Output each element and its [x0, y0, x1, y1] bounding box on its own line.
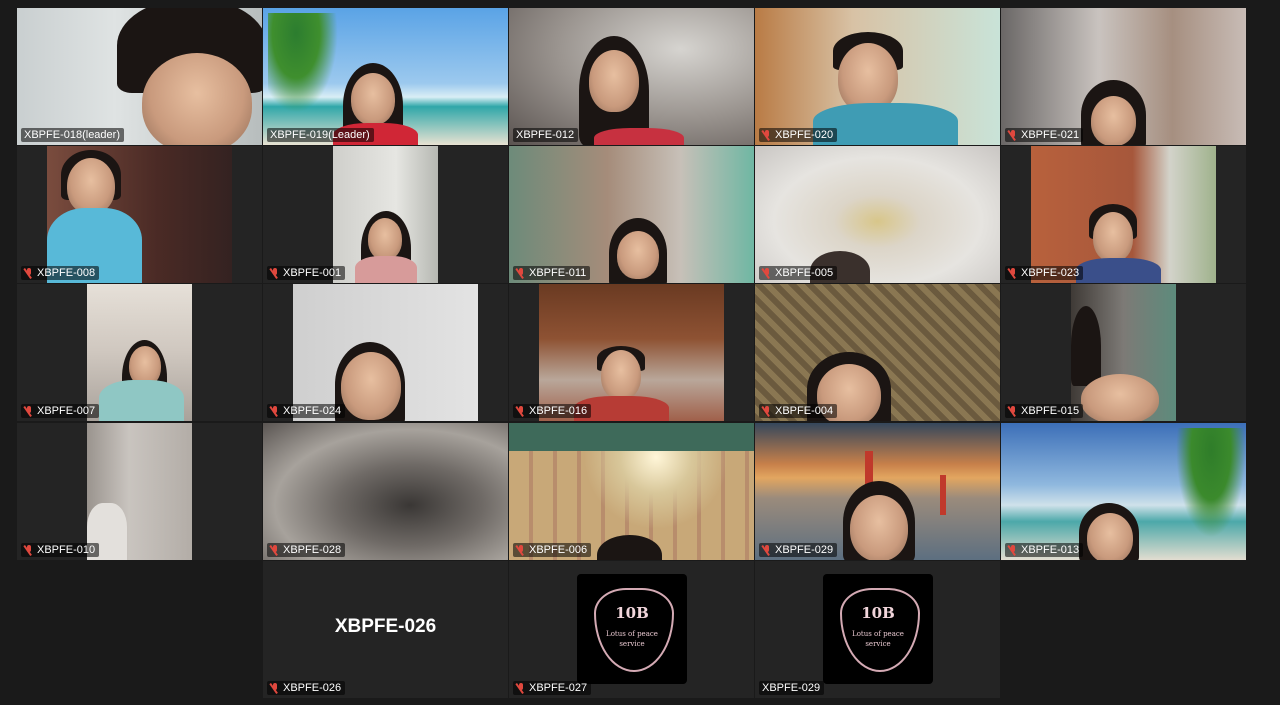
video-tile-camera-off[interactable]: 10B Lotus of peace service XBPFE-029	[755, 561, 1000, 698]
muted-mic-icon	[762, 405, 772, 417]
muted-mic-icon	[1008, 267, 1018, 279]
muted-mic-icon	[516, 267, 526, 279]
video-feed	[333, 146, 438, 283]
muted-mic-icon	[1008, 129, 1018, 141]
profile-logo: 10B Lotus of peace service	[577, 574, 687, 684]
video-tile[interactable]: XBPFE-020	[755, 8, 1000, 145]
video-feed	[539, 284, 724, 421]
video-feed	[1001, 8, 1246, 145]
participant-name-tag: XBPFE-026	[267, 681, 346, 695]
video-feed	[1071, 284, 1176, 421]
video-feed	[263, 423, 508, 560]
muted-mic-icon	[270, 405, 280, 417]
muted-mic-icon	[516, 405, 526, 417]
participant-name-tag: XBPFE-012	[513, 128, 579, 142]
participant-name-tag: XBPFE-019(Leader)	[267, 128, 374, 142]
video-tile[interactable]: XBPFE-005	[755, 146, 1000, 283]
participant-display-name: XBPFE-026	[334, 616, 437, 637]
participant-name-tag: XBPFE-011	[513, 266, 591, 280]
muted-mic-icon	[516, 544, 526, 556]
video-tile[interactable]: XBPFE-007	[17, 284, 262, 421]
video-tile[interactable]: XBPFE-015	[1001, 284, 1246, 421]
participant-name-tag: XBPFE-008	[21, 266, 100, 280]
video-tile[interactable]: XBPFE-006	[509, 423, 754, 560]
participant-name-tag: XBPFE-015	[1005, 404, 1084, 418]
video-tile[interactable]: XBPFE-018(leader)	[17, 8, 262, 145]
muted-mic-icon	[1008, 544, 1018, 556]
virtual-background	[755, 423, 1000, 560]
participant-name-tag: XBPFE-023	[1005, 266, 1084, 280]
muted-mic-icon	[24, 544, 34, 556]
participant-name-tag: XBPFE-024	[267, 404, 346, 418]
participant-name-tag: XBPFE-001	[267, 266, 346, 280]
muted-mic-icon	[1008, 405, 1018, 417]
virtual-background	[263, 8, 508, 145]
muted-mic-icon	[24, 405, 34, 417]
participant-name-tag: XBPFE-005	[759, 266, 838, 280]
virtual-background	[1001, 423, 1246, 560]
participant-name-tag: XBPFE-013	[1005, 543, 1084, 557]
video-feed	[755, 146, 1000, 283]
muted-mic-icon	[270, 544, 280, 556]
video-tile[interactable]: XBPFE-016	[509, 284, 754, 421]
video-feed	[17, 8, 262, 145]
video-tile[interactable]: XBPFE-011	[509, 146, 754, 283]
video-feed	[87, 423, 192, 560]
participant-name-tag: XBPFE-027	[513, 681, 592, 695]
video-feed	[755, 8, 1000, 145]
muted-mic-icon	[270, 682, 280, 694]
muted-mic-icon	[270, 267, 280, 279]
participant-name-tag: XBPFE-029	[759, 543, 838, 557]
video-feed	[509, 423, 754, 560]
participant-name-tag: XBPFE-004	[759, 404, 838, 418]
video-feed	[47, 146, 232, 283]
muted-mic-icon	[516, 682, 526, 694]
video-tile-camera-off[interactable]: 10B Lotus of peace service XBPFE-027	[509, 561, 754, 698]
participant-name-tag: XBPFE-021	[1005, 128, 1084, 142]
participant-name-tag: XBPFE-010	[21, 543, 100, 557]
video-tile[interactable]: XBPFE-028	[263, 423, 508, 560]
video-feed	[755, 284, 1000, 421]
video-tile-camera-off[interactable]: XBPFE-026 XBPFE-026	[263, 561, 508, 698]
video-tile[interactable]: XBPFE-001	[263, 146, 508, 283]
video-tile[interactable]: XBPFE-010	[17, 423, 262, 560]
video-tile-active-speaker[interactable]: XBPFE-012	[509, 8, 754, 145]
video-feed	[87, 284, 192, 421]
video-tile[interactable]: XBPFE-029	[755, 423, 1000, 560]
muted-mic-icon	[762, 544, 772, 556]
participant-name-tag: XBPFE-029	[759, 681, 825, 695]
video-tile[interactable]: XBPFE-004	[755, 284, 1000, 421]
video-feed	[293, 284, 478, 421]
video-tile[interactable]: XBPFE-024	[263, 284, 508, 421]
muted-mic-icon	[762, 129, 772, 141]
video-feed	[1031, 146, 1216, 283]
participant-name-tag: XBPFE-007	[21, 404, 100, 418]
muted-mic-icon	[24, 267, 34, 279]
participant-name-tag: XBPFE-020	[759, 128, 838, 142]
participant-name-tag: XBPFE-018(leader)	[21, 128, 124, 142]
video-tile[interactable]: XBPFE-008	[17, 146, 262, 283]
profile-logo: 10B Lotus of peace service	[823, 574, 933, 684]
video-tile[interactable]: XBPFE-019(Leader)	[263, 8, 508, 145]
video-tile[interactable]: XBPFE-013	[1001, 423, 1246, 560]
participant-name-tag: XBPFE-016	[513, 404, 592, 418]
video-feed	[509, 8, 754, 145]
video-tile[interactable]: XBPFE-021	[1001, 8, 1246, 145]
video-feed	[509, 146, 754, 283]
video-tile[interactable]: XBPFE-023	[1001, 146, 1246, 283]
participant-name-tag: XBPFE-006	[513, 543, 592, 557]
muted-mic-icon	[762, 267, 772, 279]
participant-name-tag: XBPFE-028	[267, 543, 346, 557]
